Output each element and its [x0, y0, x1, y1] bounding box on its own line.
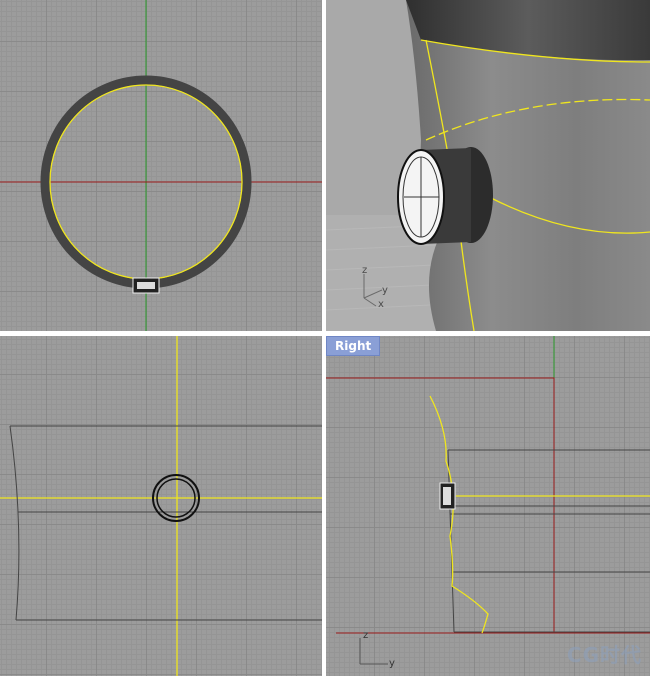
top-viewport[interactable]: [0, 0, 322, 331]
watermark-logo: CG时代: [566, 643, 642, 667]
front-viewport-canvas: [0, 336, 322, 676]
axis-triad: [359, 638, 388, 665]
viewport-divider-vertical[interactable]: [322, 0, 326, 676]
axis-y-label: y: [382, 285, 388, 296]
button-object-face: [137, 282, 155, 289]
top-viewport-canvas: [0, 0, 322, 331]
button-object-face: [443, 487, 451, 505]
perspective-viewport-canvas: z y x: [326, 0, 650, 331]
right-viewport[interactable]: z y Right CG时代: [326, 336, 650, 676]
axis-z-label: z: [363, 630, 368, 641]
button-cylinder[interactable]: [397, 147, 493, 245]
axis-z-label: z: [362, 265, 367, 276]
axis-x-label: x: [378, 299, 384, 310]
perspective-viewport[interactable]: z y x: [326, 0, 650, 331]
viewport-title-right[interactable]: Right: [326, 336, 381, 356]
front-viewport[interactable]: [0, 336, 322, 676]
right-viewport-canvas: z y: [326, 336, 650, 669]
axis-y-label: y: [389, 658, 395, 669]
cup-side-profile: [9, 425, 20, 621]
